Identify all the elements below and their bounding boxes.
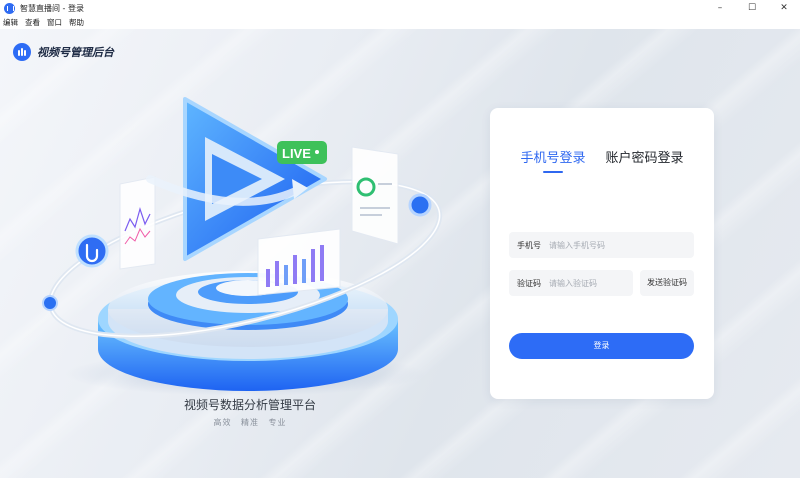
tag-professional: 专业 xyxy=(268,418,287,427)
phone-label: 手机号 xyxy=(517,240,541,250)
close-button[interactable]: ✕ xyxy=(768,0,800,16)
tab-phone-login[interactable]: 手机号登录 xyxy=(520,147,586,173)
hero-slogan: 视频号数据分析管理平台 xyxy=(183,398,316,412)
window-titlebar: 智慧直播间 - 登录 – ☐ ✕ xyxy=(0,0,800,16)
tag-efficient: 高效 xyxy=(213,418,232,427)
code-input[interactable] xyxy=(549,278,633,288)
phone-field: 手机号 xyxy=(509,232,694,258)
hero-tagline: 高效 精准 专业 xyxy=(135,417,365,428)
live-badge: LIVE xyxy=(277,141,327,164)
link-icon xyxy=(75,234,109,268)
brand-name: 视频号管理后台 xyxy=(37,46,114,59)
code-label: 验证码 xyxy=(517,278,541,288)
main-content: 视频号管理后台 LIVE 视频号数据分析管理平台 高效 精准 专业 手机号登录 … xyxy=(0,29,800,478)
orbit-node-right xyxy=(408,193,432,217)
app-icon xyxy=(4,2,15,14)
login-tabs: 手机号登录 账户密码登录 xyxy=(490,147,714,173)
tab-password-login[interactable]: 账户密码登录 xyxy=(606,147,684,166)
menu-edit[interactable]: 编辑 xyxy=(3,17,18,28)
login-card: 手机号登录 账户密码登录 手机号 验证码 发送验证码 登录 xyxy=(490,108,714,399)
stats-card xyxy=(351,146,399,245)
minimize-button[interactable]: – xyxy=(704,0,736,16)
svg-text:LIVE: LIVE xyxy=(282,146,311,161)
line-chart-card xyxy=(119,176,156,270)
orbit-node-left xyxy=(42,295,58,311)
brand-logo-icon xyxy=(13,43,31,61)
menu-bar: 编辑 查看 窗口 帮助 xyxy=(0,16,800,29)
send-code-button[interactable]: 发送验证码 xyxy=(640,270,694,296)
phone-input[interactable] xyxy=(549,240,694,250)
menu-view[interactable]: 查看 xyxy=(25,17,40,28)
bar-chart-card xyxy=(257,228,341,296)
maximize-button[interactable]: ☐ xyxy=(736,0,768,16)
hero-illustration: LIVE xyxy=(42,97,443,396)
login-button[interactable]: 登录 xyxy=(509,333,694,359)
menu-help[interactable]: 帮助 xyxy=(69,17,84,28)
tag-precise: 精准 xyxy=(241,418,259,427)
menu-window[interactable]: 窗口 xyxy=(47,17,62,28)
window-controls: – ☐ ✕ xyxy=(704,0,800,16)
window-title: 智慧直播间 - 登录 xyxy=(20,3,84,13)
code-field: 验证码 xyxy=(509,270,633,296)
